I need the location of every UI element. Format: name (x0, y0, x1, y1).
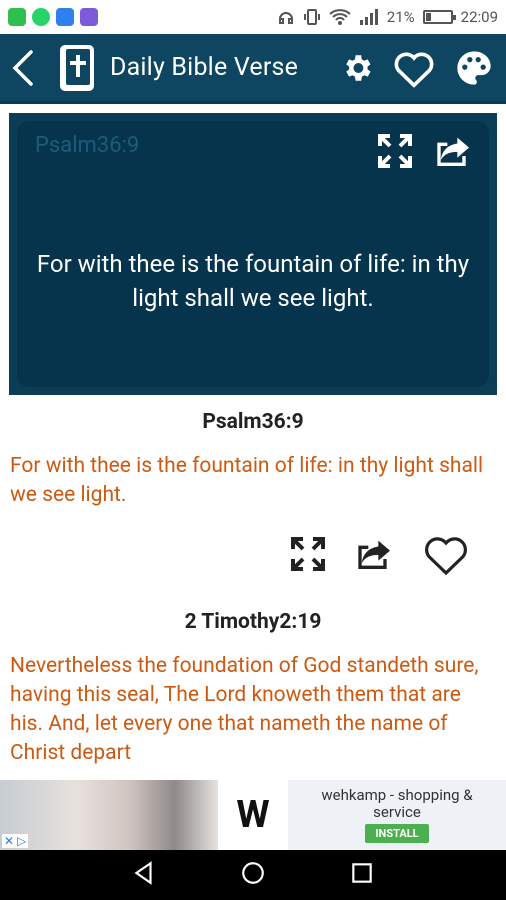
verse-text: Nevertheless the foundation of God stand… (10, 654, 479, 765)
ad-info: wehkamp - shopping & service INSTALL (288, 787, 506, 843)
app-icon (80, 8, 98, 26)
battery-icon (422, 10, 456, 24)
back-button[interactable] (0, 33, 46, 103)
nav-home-button[interactable] (240, 860, 266, 890)
cell-signal-icon (359, 9, 378, 25)
circle-home-icon (242, 862, 264, 884)
ad-image: ✕ ▷ (0, 780, 218, 850)
ad-brand-logo: W (218, 780, 288, 850)
share-icon (437, 137, 469, 166)
vibrate-icon (303, 9, 320, 25)
heart-icon (394, 52, 434, 88)
adchoices-icon[interactable]: ✕ ▷ (2, 834, 29, 848)
fullscreen-icon (378, 134, 412, 168)
featured-verse-line: For with thee is the fountain of life: i… (36, 250, 470, 312)
battery-percent: 21% (386, 8, 415, 26)
back-arrow-icon (12, 49, 33, 86)
ad-title: wehkamp - shopping & service (321, 786, 473, 821)
verse-reference: Psalm36:9 (202, 410, 304, 434)
favorites-button[interactable] (392, 48, 436, 88)
share-icon (358, 540, 390, 569)
fullscreen-button[interactable] (375, 131, 415, 175)
headphones-icon (278, 12, 293, 24)
fullscreen-icon (291, 537, 325, 571)
verse-favorite-button[interactable] (422, 532, 470, 580)
verse-actions (288, 532, 470, 580)
verse-text: For with thee is the fountain of life: i… (10, 454, 484, 507)
app-bar: Daily Bible Verse (0, 34, 506, 104)
palette-icon (457, 50, 491, 85)
wifi-icon (329, 9, 351, 25)
verse-share-button[interactable] (354, 534, 396, 578)
notification-icons (8, 8, 98, 26)
verse-fullscreen-button[interactable] (288, 534, 328, 578)
settings-button[interactable] (340, 51, 374, 85)
ad-banner[interactable]: ✕ ▷ W wehkamp - shopping & service INSTA… (0, 780, 506, 850)
install-button[interactable]: INSTALL (365, 824, 429, 843)
clock: 22:09 (460, 8, 498, 26)
whatsapp-icon (32, 8, 50, 26)
system-nav-bar (0, 850, 506, 900)
status-bar: 21% 22:09 (0, 0, 506, 34)
bible-logo-icon (60, 44, 94, 91)
gear-icon (346, 54, 371, 81)
share-button[interactable] (433, 131, 475, 175)
featured-tools (375, 131, 475, 175)
featured-verse-text: For with thee is the fountain of life: i… (17, 247, 489, 315)
theme-button[interactable] (454, 48, 494, 88)
status-indicators: 21% 22:09 (277, 8, 498, 26)
heart-icon (425, 537, 467, 576)
nav-back-button[interactable] (131, 860, 157, 890)
app-notification-icon (8, 8, 26, 26)
app-title: Daily Bible Verse (110, 53, 299, 82)
triangle-back-icon (134, 861, 152, 885)
app-actions (340, 48, 506, 88)
featured-verse-card[interactable]: Psalm36:9 For with thee is the fountain … (9, 113, 497, 395)
featured-card-inner: Psalm36:9 For with thee is the fountain … (17, 121, 489, 387)
featured-reference: Psalm36:9 (35, 133, 140, 158)
dropbox-icon (56, 8, 74, 26)
battery-level (425, 13, 432, 21)
nav-recents-button[interactable] (349, 860, 375, 890)
verse-reference: 2 Timothy2:19 (184, 610, 322, 634)
square-recents-icon (351, 863, 372, 883)
